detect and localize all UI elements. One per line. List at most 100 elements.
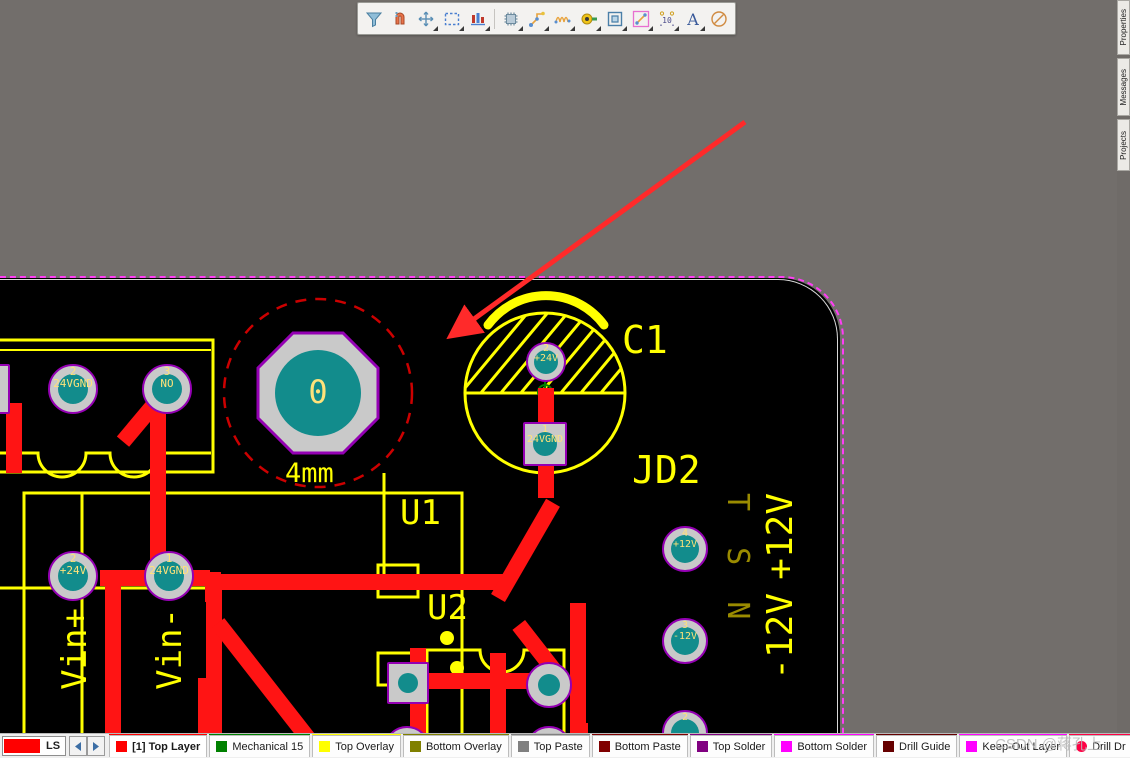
pad-jd1-2[interactable]: 2 24VGND: [48, 364, 98, 414]
layer-color-swatch: [116, 741, 128, 752]
layer-tab-label: Drill Dr: [1092, 740, 1126, 753]
track-segment[interactable]: [570, 603, 586, 733]
layer-color-swatch: [517, 741, 529, 752]
pad-jd2-2[interactable]: 2: [662, 710, 708, 733]
pad-net: NO: [160, 377, 174, 390]
prev-layer-button[interactable]: [69, 736, 88, 756]
squiggle-icon[interactable]: [550, 6, 576, 32]
next-layer-button[interactable]: [87, 736, 106, 756]
pad-jd2-3[interactable]: 3 -12V: [662, 618, 708, 664]
octagonal-pad-0[interactable]: 0: [256, 331, 380, 455]
pad-u2-3[interactable]: [526, 662, 572, 708]
layer-tab-accent: [312, 734, 401, 735]
pad-u1-2[interactable]: 2 +24V: [48, 551, 98, 601]
silk-text-plus-12v: +12V: [760, 493, 801, 580]
silk-text-jd2-pin-marks: T S N: [720, 493, 755, 620]
pad-net: 24VGND: [149, 564, 189, 577]
layer-nav-group[interactable]: [69, 736, 106, 756]
polygon-icon[interactable]: [602, 6, 628, 32]
pad-net: 24VGND: [53, 377, 93, 390]
panel-tab-messages[interactable]: Messages: [1117, 58, 1130, 116]
route-track-icon[interactable]: [524, 6, 550, 32]
layer-tab-drill-guide[interactable]: Drill Guide: [876, 734, 958, 757]
layer-color-swatch: [319, 741, 331, 752]
right-panel-tab-strip[interactable]: Properties Messages Projects: [1117, 0, 1130, 758]
pad-jd1-1[interactable]: 1 +24V: [0, 364, 10, 414]
pcb-canvas-workspace[interactable]: Q 24GND 24V+: [0, 0, 1117, 733]
layer-tab-label: Drill Guide: [899, 740, 951, 753]
track-segment[interactable]: [490, 653, 506, 733]
pcb-board-area[interactable]: Q 24GND 24V+: [0, 278, 840, 733]
via-pad-icon[interactable]: [576, 6, 602, 32]
pad-net: +24V: [59, 564, 87, 577]
layer-tab-bottom-overlay[interactable]: Bottom Overlay: [402, 734, 509, 757]
line-icon[interactable]: [628, 6, 654, 32]
pad-c1-1[interactable]: 1 24VGND: [523, 422, 567, 466]
designator-c1: C1: [622, 318, 668, 362]
layer-color-swatch: [781, 741, 793, 752]
move-cross-icon[interactable]: [413, 6, 439, 32]
pad-jd1-3[interactable]: 3 NO: [142, 364, 192, 414]
panel-tab-properties[interactable]: Properties: [1117, 0, 1130, 55]
track-segment[interactable]: [105, 574, 121, 733]
layer-tab-bottom-paste[interactable]: Bottom Paste: [591, 734, 688, 757]
svg-text:10: 10: [662, 16, 672, 25]
layer-set-color-swatch: [4, 739, 40, 753]
arc-circle-icon[interactable]: [706, 6, 732, 32]
layer-tab-label: Top Solder: [712, 740, 766, 753]
layer-tab-label: Top Paste: [533, 740, 583, 753]
layer-tab-accent: [109, 734, 208, 735]
pad-shape: [526, 726, 572, 733]
layer-color-swatch: [598, 741, 610, 752]
layer-tab-accent: [209, 734, 311, 735]
panel-tab-label: Messages: [1119, 68, 1128, 106]
align-bars-icon[interactable]: [465, 6, 491, 32]
pad-u2-4[interactable]: [526, 726, 572, 733]
layer-tab-top-layer[interactable]: [1] Top Layer: [109, 734, 208, 757]
layer-tab-label: [1] Top Layer: [132, 740, 201, 753]
pad-u2-2[interactable]: [384, 726, 430, 733]
pad-number: 0: [308, 373, 328, 411]
layer-set-button[interactable]: LS: [2, 736, 67, 756]
layer-color-swatch: [409, 741, 421, 752]
layer-tab-keep-out-layer[interactable]: Keep-Out Layer: [959, 734, 1068, 757]
silk-text-minus-12v: -12V: [760, 593, 801, 680]
panel-tab-projects[interactable]: Projects: [1117, 119, 1130, 171]
silk-text-vin-plus: Vin+: [55, 608, 95, 690]
layer-tab-bottom-solder[interactable]: Bottom Solder: [774, 734, 875, 757]
layer-tab-label: Bottom Solder: [797, 740, 868, 753]
marquee-select-icon[interactable]: [439, 6, 465, 32]
layer-tab-top-paste[interactable]: Top Paste: [510, 734, 590, 757]
layer-tab-top-overlay[interactable]: Top Overlay: [312, 734, 401, 757]
funnel-icon[interactable]: [361, 6, 387, 32]
track-segment[interactable]: [198, 678, 214, 733]
layer-tab-accent: [876, 734, 958, 735]
layer-color-swatch: [696, 741, 708, 752]
layer-tab-label: Mechanical 15: [232, 740, 304, 753]
dimension-label-4mm: 4mm: [285, 458, 334, 489]
pad-c1-2[interactable]: 2 +24V: [526, 342, 566, 382]
dimension-icon[interactable]: 10: [654, 6, 680, 32]
track-segment[interactable]: [572, 723, 588, 733]
silk-text-vin-minus: Vin-: [150, 608, 190, 690]
pcb-active-bar-toolbar[interactable]: 10 A: [357, 2, 736, 35]
layer-set-label: LS: [46, 740, 61, 752]
text-a-icon[interactable]: A: [680, 6, 706, 32]
layer-tab-mechanical-15[interactable]: Mechanical 15: [209, 734, 311, 757]
layer-color-swatch: [966, 741, 978, 752]
layer-tab-bar[interactable]: LS [1] Top Layer Mechanical 15 Top Overl…: [0, 733, 1130, 758]
layer-tab-label: Bottom Paste: [614, 740, 681, 753]
layer-tab-top-solder[interactable]: Top Solder: [689, 734, 773, 757]
layer-tab-drill-drawing[interactable]: Drill Dr: [1069, 734, 1130, 757]
magnet-icon[interactable]: [387, 6, 413, 32]
pad-jd2-4[interactable]: 4 +12V: [662, 526, 708, 572]
toolbar-separator: [494, 8, 495, 29]
pad-u2-1[interactable]: [387, 662, 429, 704]
track-segment[interactable]: [205, 572, 221, 602]
pad-net: +24V: [533, 353, 559, 364]
designator-u1: U1: [400, 493, 441, 533]
layer-tab-accent: [774, 734, 875, 735]
chip-icon[interactable]: [498, 6, 524, 32]
layer-color-swatch: [1076, 741, 1088, 752]
pad-u1-1[interactable]: 1 24VGND: [144, 551, 194, 601]
